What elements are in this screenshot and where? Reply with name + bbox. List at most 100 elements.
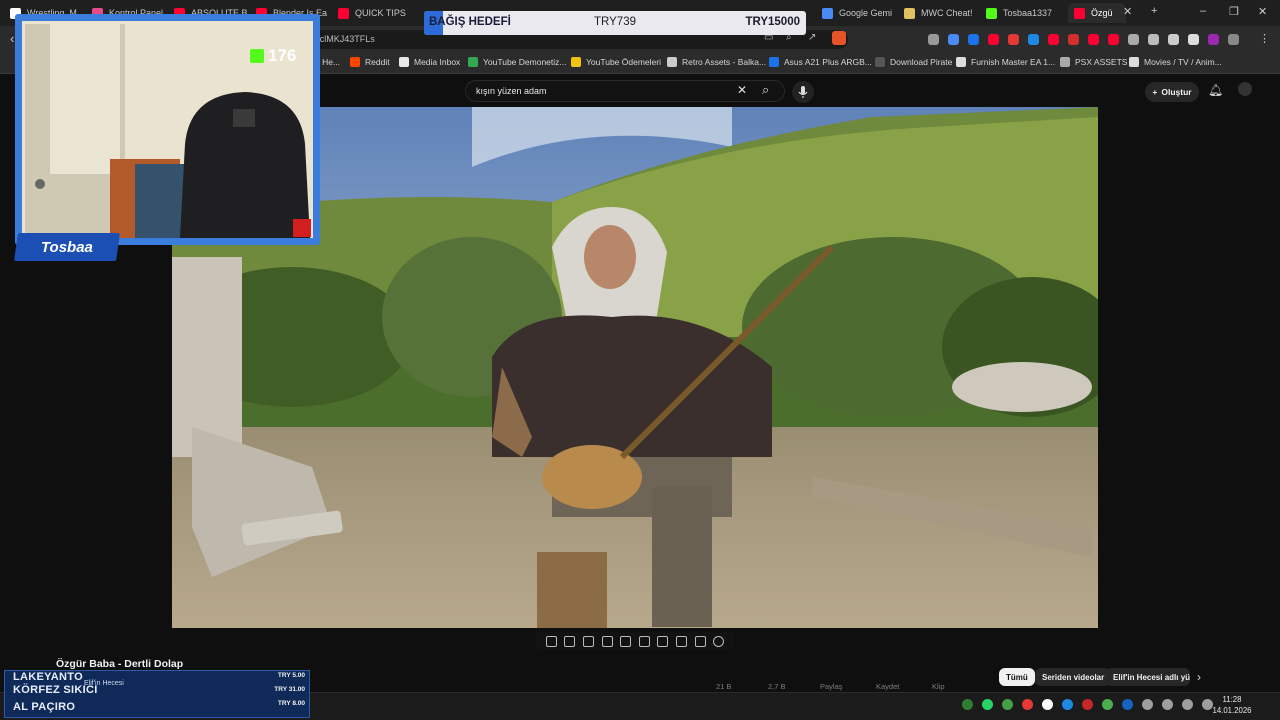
- bookmark-item[interactable]: Media Inbox: [399, 57, 460, 67]
- tray-icon[interactable]: [962, 699, 973, 710]
- close-icon[interactable]: ✕: [1258, 5, 1267, 18]
- close-tab-icon[interactable]: ✕: [1123, 5, 1132, 18]
- tray-icon[interactable]: [1142, 699, 1153, 710]
- new-tab-button[interactable]: +: [1151, 5, 1157, 17]
- film-icon[interactable]: [601, 635, 613, 647]
- tray-icon[interactable]: [1082, 699, 1093, 710]
- extension-icon[interactable]: [1088, 34, 1099, 45]
- tray-icon[interactable]: [1042, 699, 1053, 710]
- bookmark-item[interactable]: Furnish Master EA 1...: [956, 57, 1055, 67]
- loop-icon[interactable]: [545, 635, 557, 647]
- bookmark-item[interactable]: YouTube Demonetiz...: [468, 57, 566, 67]
- bookmark-label: Movies / TV / Anim...: [1144, 57, 1222, 67]
- clock-date: 14.01.2026: [1212, 706, 1252, 715]
- extension-icon[interactable]: [1168, 34, 1179, 45]
- brave-shield-icon[interactable]: [832, 31, 846, 45]
- extension-icon[interactable]: [1228, 34, 1239, 45]
- bookmark-label: YouTube Demonetiz...: [483, 57, 567, 67]
- tray-icon[interactable]: [1002, 699, 1013, 710]
- extension-icon[interactable]: [988, 34, 999, 45]
- tip-ticker-text: Elif'in Hecesi: [84, 680, 124, 687]
- extension-icon[interactable]: [1188, 34, 1199, 45]
- extension-icon[interactable]: [928, 34, 939, 45]
- extension-icon[interactable]: [1208, 34, 1219, 45]
- streamer-name-plate: Tosbaa: [14, 233, 120, 261]
- audio-icon[interactable]: [564, 635, 576, 647]
- bookmark-icon: [769, 57, 779, 67]
- tip-amount: TRY 8.00: [277, 700, 305, 707]
- bookmark-icon: [399, 57, 409, 67]
- tray-icon[interactable]: [1162, 699, 1173, 710]
- extension-icon[interactable]: [948, 34, 959, 45]
- extension-icon[interactable]: [1148, 34, 1159, 45]
- chip-all[interactable]: Tümü: [999, 668, 1035, 686]
- tab-favicon-icon: [1074, 7, 1085, 19]
- extension-icon[interactable]: [1028, 34, 1039, 45]
- tray-icon[interactable]: [1062, 699, 1073, 710]
- maximize-icon[interactable]: ❐: [1229, 5, 1239, 18]
- back-icon[interactable]: ‹: [10, 31, 14, 46]
- bookmark-icon: [468, 57, 478, 67]
- bookmark-item[interactable]: Retro Assets - Balka...: [667, 57, 766, 67]
- chip-series[interactable]: Seriden videolar: [1035, 668, 1112, 686]
- browser-tab[interactable]: Tosbaa1337: [986, 3, 1060, 23]
- avatar[interactable]: [1238, 82, 1252, 96]
- bookmark-label: Media Inbox: [414, 57, 461, 67]
- bookmark-label: YouTube Ödemeleri: [586, 57, 661, 67]
- minimize-icon[interactable]: –: [1200, 5, 1206, 17]
- pip-icon[interactable]: [675, 635, 687, 647]
- tab-label: Özgü: [1091, 8, 1113, 18]
- tray-icon[interactable]: [1122, 699, 1133, 710]
- screenshot-icon[interactable]: [694, 635, 706, 647]
- create-button[interactable]: + Oluştur: [1145, 82, 1199, 102]
- search-icon[interactable]: ⌕: [762, 82, 769, 98]
- recent-tips-widget: LAKEYANTO TRY 5.00 KÖRFEZ SIKICI TRY 31.…: [4, 670, 310, 718]
- speed-icon[interactable]: [657, 635, 669, 647]
- tray-icon[interactable]: [982, 699, 993, 710]
- tab-favicon-icon: [822, 7, 833, 19]
- tray-icon[interactable]: [1182, 699, 1193, 710]
- bookmark-item[interactable]: YouTube Ödemeleri: [571, 57, 661, 67]
- voice-search-button[interactable]: [792, 81, 814, 103]
- bookmark-item[interactable]: Reddit: [350, 57, 390, 67]
- crop-icon[interactable]: [620, 635, 632, 647]
- extension-icon[interactable]: [1068, 34, 1079, 45]
- cinema-icon[interactable]: [638, 635, 650, 647]
- tray-icon[interactable]: [1022, 699, 1033, 710]
- playlist-icon[interactable]: [582, 635, 594, 647]
- extension-icon[interactable]: [1108, 34, 1119, 45]
- taskbar-clock[interactable]: 11:28 14.01.2026: [1206, 694, 1258, 716]
- bookmark-label: Furnish Master EA 1...: [971, 57, 1056, 67]
- bookmark-icon: [350, 57, 360, 67]
- kick-icon: [250, 49, 264, 63]
- donation-goal-widget: BAĞIŞ HEDEFİ TRY739 TRY15000: [424, 11, 806, 35]
- browser-tab[interactable]: MWC Cheat!: [904, 3, 978, 23]
- donation-label: BAĞIŞ HEDEFİ: [429, 16, 511, 28]
- video-title: Özgür Baba - Dertli Dolap: [56, 658, 184, 670]
- extension-icon[interactable]: [1128, 34, 1139, 45]
- notifications-icon[interactable]: 🔔︎: [1208, 83, 1223, 97]
- chip-related[interactable]: Elif'in Hecesi adlı yük: [1106, 668, 1190, 686]
- search-query: kışın yüzen adam: [476, 86, 547, 96]
- extension-icon[interactable]: [1048, 34, 1059, 45]
- tray-icon[interactable]: [1102, 699, 1113, 710]
- clear-search-icon[interactable]: ✕: [737, 83, 747, 97]
- browser-menu-icon[interactable]: ⋮: [1259, 32, 1270, 45]
- share-icon[interactable]: ↗: [808, 32, 816, 43]
- extension-icon[interactable]: [1008, 34, 1019, 45]
- bookmark-item[interactable]: PSX ASSETS: [1060, 57, 1127, 67]
- tab-label: QUICK TIPS: [355, 8, 406, 18]
- browser-tab[interactable]: QUICK TIPS: [338, 3, 412, 23]
- chevron-right-icon[interactable]: ›: [1197, 670, 1201, 684]
- settings-icon[interactable]: [713, 635, 725, 647]
- tab-favicon-icon: [904, 7, 915, 19]
- tab-label: Tosbaa1337: [1003, 8, 1053, 18]
- extension-icon[interactable]: [968, 34, 979, 45]
- bookmark-item[interactable]: Movies / TV / Anim...: [1129, 57, 1222, 67]
- browser-tab[interactable]: Google Gemi: [822, 3, 896, 23]
- bookmark-item[interactable]: Download Pirate: [875, 57, 952, 67]
- bookmark-item[interactable]: Asus A21 Plus ARGB...: [769, 57, 872, 67]
- donation-current: TRY739: [594, 16, 636, 28]
- browser-tab[interactable]: Özgü: [1068, 3, 1126, 23]
- tip-name: LAKEYANTO: [13, 671, 83, 683]
